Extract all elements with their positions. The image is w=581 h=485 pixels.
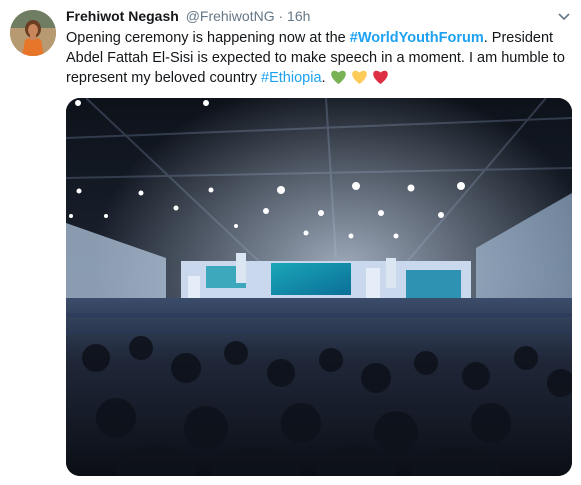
tweet-text-segment: Opening ceremony is happening now at the: [66, 30, 350, 46]
red-heart-icon: [372, 69, 389, 91]
tweet-photo[interactable]: [66, 98, 572, 476]
conference-hall-photo: [66, 98, 572, 476]
tweet-timestamp[interactable]: 16h: [287, 8, 310, 24]
avatar-image: [10, 10, 56, 56]
tweet-header: Frehiwot Negash @FrehiwotNG · 16h: [66, 8, 310, 26]
hashtag-worldyouthforum[interactable]: #WorldYouthForum: [350, 30, 484, 46]
green-heart-icon: [330, 69, 347, 91]
separator-dot: ·: [278, 8, 284, 24]
tweet[interactable]: Frehiwot Negash @FrehiwotNG · 16h Openin…: [0, 0, 581, 485]
author-handle[interactable]: @FrehiwotNG: [186, 8, 275, 24]
avatar[interactable]: [10, 10, 56, 56]
author-name[interactable]: Frehiwot Negash: [66, 8, 179, 24]
yellow-heart-icon: [351, 69, 368, 91]
hashtag-ethiopia[interactable]: #Ethiopia: [261, 70, 321, 86]
chevron-down-icon[interactable]: [557, 10, 571, 24]
tweet-text-segment: .: [321, 70, 330, 86]
tweet-text: Opening ceremony is happening now at the…: [66, 28, 571, 91]
